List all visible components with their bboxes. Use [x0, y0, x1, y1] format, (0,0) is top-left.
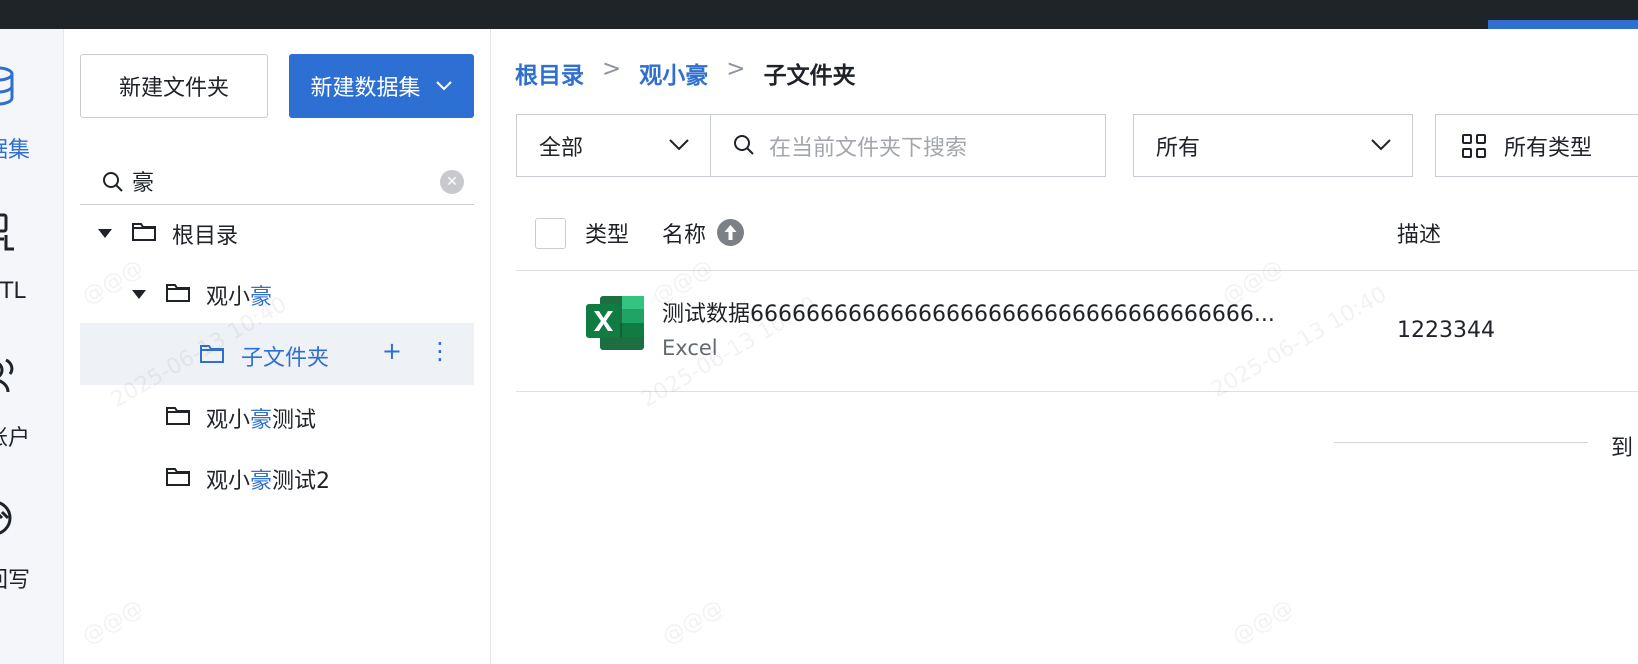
tree-search: ✕: [80, 159, 474, 205]
folder-icon: [166, 468, 190, 486]
grid-icon: [1462, 134, 1486, 158]
folder-search-input[interactable]: 在当前文件夹下搜索: [710, 114, 1106, 177]
tree-item-label: 子文件夹: [241, 346, 330, 371]
search-icon: [103, 172, 123, 192]
chevron-down-icon: [435, 81, 452, 91]
account-icon: [0, 358, 14, 393]
column-header-type: 类型: [585, 223, 630, 248]
tree-item-label: 观小豪测试: [206, 408, 317, 433]
writeback-icon: [0, 501, 12, 535]
scope-select-value: 全部: [539, 135, 584, 161]
new-folder-button[interactable]: 新建文件夹: [80, 54, 268, 118]
breadcrumb-link-folder[interactable]: 观小豪: [639, 56, 708, 90]
add-icon[interactable]: +: [382, 337, 402, 365]
nav-label-dataset: 据集: [0, 138, 31, 163]
breadcrumb-separator: >: [602, 56, 622, 82]
tree-item-guanxiaohao-test[interactable]: 观小豪测试: [80, 385, 474, 447]
breadcrumb: 根目录 > 观小豪 > 子文件夹: [515, 56, 856, 90]
pager-goto-label: 到: [1611, 436, 1634, 461]
tree-item-root[interactable]: 根目录: [80, 201, 474, 263]
caret-down-icon[interactable]: [132, 290, 146, 299]
new-folder-label: 新建文件夹: [118, 76, 229, 101]
table-header: 类型 名称 描述: [516, 194, 1638, 271]
tree-item-label: 观小豪测试2: [206, 469, 331, 494]
new-dataset-label: 新建数据集: [310, 76, 421, 101]
type-select-value: 所有类型: [1504, 135, 1593, 161]
top-bar: [0, 0, 1638, 29]
tree-item-label: 观小豪: [206, 285, 273, 310]
owner-select[interactable]: 所有: [1133, 114, 1413, 177]
tree-item-guanxiaohao-test2[interactable]: 观小豪测试2: [80, 446, 474, 508]
nav-label-account: 账户: [0, 426, 31, 451]
folder-icon: [166, 284, 190, 302]
database-icon: [0, 66, 14, 106]
nav-label-etl: ETL: [0, 279, 26, 304]
type-select[interactable]: 所有类型: [1435, 114, 1638, 177]
column-header-name[interactable]: 名称: [662, 217, 706, 249]
nav-label-writeback: 回写: [0, 568, 31, 593]
folder-icon: [166, 407, 190, 425]
top-bar-active-indicator: [1488, 20, 1638, 29]
tree-row-actions: + ⋮: [382, 337, 452, 365]
more-icon[interactable]: ⋮: [428, 337, 452, 365]
table-row[interactable]: 测试数据666666666666666666666666666666666666…: [516, 272, 1638, 392]
tree-item-label: 根目录: [172, 224, 239, 249]
folder-panel: 新建文件夹 新建数据集 ✕ 根目录 观小豪 子文件夹: [64, 29, 491, 664]
select-all-checkbox[interactable]: [535, 218, 566, 249]
search-icon: [734, 135, 754, 155]
new-dataset-button[interactable]: 新建数据集: [289, 54, 474, 118]
breadcrumb-separator: >: [726, 56, 746, 82]
folder-icon: [132, 223, 156, 241]
caret-down-icon[interactable]: [98, 229, 112, 238]
pager-divider: [1334, 442, 1588, 443]
tree-search-input[interactable]: [132, 165, 432, 197]
folder-search-placeholder: 在当前文件夹下搜索: [769, 135, 968, 161]
scope-select[interactable]: 全部: [516, 114, 711, 177]
breadcrumb-current: 子文件夹: [763, 63, 856, 89]
chevron-down-icon: [1371, 139, 1391, 151]
file-type: Excel: [662, 336, 718, 360]
sort-ascending-icon[interactable]: [717, 219, 744, 246]
owner-select-value: 所有: [1156, 135, 1201, 161]
excel-file-icon: [586, 296, 644, 350]
nav-rail: 据集 ETL 账户 回写: [0, 29, 64, 664]
main-content: 根目录 > 观小豪 > 子文件夹 全部 在当前文件夹下搜索 所有 所有类型 类型…: [491, 29, 1638, 664]
breadcrumb-link-root[interactable]: 根目录: [515, 56, 584, 90]
tree-item-subfolder[interactable]: 子文件夹 + ⋮: [80, 323, 474, 385]
chevron-down-icon: [669, 139, 689, 151]
column-header-description: 描述: [1397, 223, 1442, 248]
etl-icon: [0, 213, 14, 251]
file-description: 1223344: [1397, 318, 1495, 343]
tree-item-guanxiaohao[interactable]: 观小豪: [80, 262, 474, 324]
file-name[interactable]: 测试数据666666666666666666666666666666666666…: [662, 296, 1322, 328]
folder-icon: [200, 345, 224, 363]
clear-search-icon[interactable]: ✕: [440, 170, 464, 194]
